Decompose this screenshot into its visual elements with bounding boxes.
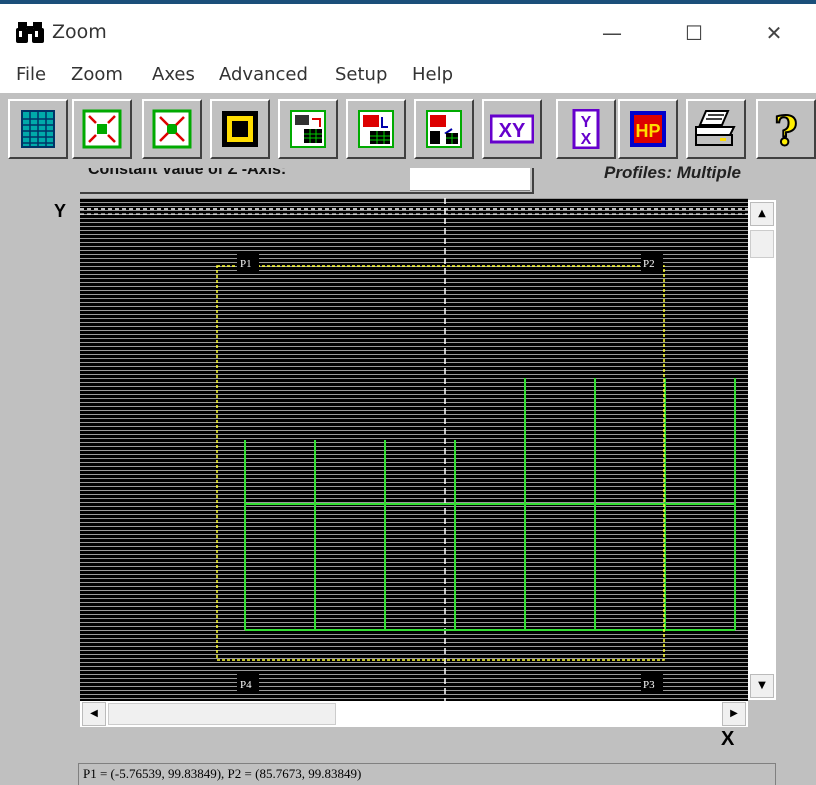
svg-text:P1: P1 [240, 258, 252, 270]
vertical-scrollbar[interactable]: ▲ ▼ [748, 200, 776, 700]
menu-help[interactable]: Help [412, 64, 453, 85]
vertical-scroll-thumb[interactable] [750, 230, 774, 258]
menu-setup[interactable]: Setup [335, 64, 387, 85]
maximize-button[interactable]: ☐ [664, 8, 724, 58]
profiles-label: Profiles: Multiple [604, 163, 741, 182]
menu-zoom[interactable]: Zoom [71, 64, 123, 85]
hp-button[interactable]: HP [618, 99, 678, 159]
y-axis-label: Y [54, 201, 67, 221]
table-import-button[interactable] [346, 99, 406, 159]
hp-text: HP [635, 121, 660, 141]
printer-icon [695, 110, 736, 146]
zoom-out-button[interactable] [142, 99, 202, 159]
help-glyph: ? [774, 109, 797, 149]
point-p4[interactable]: P4 [237, 674, 259, 692]
frame-icon [222, 111, 258, 147]
svg-text:P3: P3 [643, 679, 655, 691]
zoom-in-icon [82, 109, 122, 149]
plot-background [80, 198, 748, 701]
yx-icon: Y X [572, 109, 600, 149]
svg-text:P4: P4 [240, 679, 252, 691]
plot-canvas[interactable]: P1 P2 P3 P4 [80, 198, 748, 701]
hp-icon: HP [630, 111, 666, 147]
yx-button[interactable]: Y X [556, 99, 616, 159]
grid-icon [21, 110, 55, 148]
title-bar[interactable]: Zoom — ☐ ✕ [0, 4, 816, 58]
menu-bar: File Zoom Axes Advanced Setup Help [0, 58, 816, 92]
window-title: Zoom [52, 21, 107, 43]
plot-area: Constant Value of Z -Axis: Profiles: Mul… [0, 163, 816, 785]
point-p3[interactable]: P3 [641, 674, 663, 692]
menu-advanced[interactable]: Advanced [219, 64, 308, 85]
table-import-icon [358, 110, 394, 148]
menu-axes[interactable]: Axes [152, 64, 195, 85]
zoom-out-icon [152, 109, 192, 149]
help-icon: ? [773, 109, 798, 149]
point-p1[interactable]: P1 [237, 253, 259, 271]
status-text: P1 = (-5.76539, 99.83849), P2 = (85.7673… [83, 766, 362, 781]
status-bar: P1 = (-5.76539, 99.83849), P2 = (85.7673… [78, 763, 776, 785]
x-axis-label: X [721, 728, 735, 750]
table-swap-icon [426, 110, 462, 148]
yx-top-text: Y [581, 114, 592, 131]
help-button[interactable]: ? [756, 99, 816, 159]
close-button[interactable]: ✕ [744, 8, 804, 58]
constant-z-box: Constant Value of Z -Axis: [80, 168, 534, 194]
scroll-right-arrow[interactable]: ▶ [722, 702, 746, 726]
menu-file[interactable]: File [16, 64, 46, 85]
point-p2[interactable]: P2 [641, 253, 663, 271]
scroll-down-arrow[interactable]: ▼ [750, 674, 774, 698]
constant-z-input[interactable] [410, 168, 530, 191]
svg-text:P2: P2 [643, 258, 655, 270]
binoculars-icon [16, 22, 44, 43]
xy-button[interactable]: XY [482, 99, 542, 159]
table-export-icon [290, 110, 326, 148]
toolbar: XY Y X HP ? [0, 92, 816, 169]
minimize-button[interactable]: — [582, 8, 642, 58]
print-button[interactable] [686, 99, 746, 159]
scroll-up-arrow[interactable]: ▲ [750, 202, 774, 226]
horizontal-scroll-thumb[interactable] [108, 703, 336, 725]
yx-bottom-text: X [581, 131, 592, 148]
zoom-in-button[interactable] [72, 99, 132, 159]
grid-button[interactable] [8, 99, 68, 159]
scroll-left-arrow[interactable]: ◀ [82, 702, 106, 726]
zoom-window: Zoom — ☐ ✕ File Zoom Axes Advanced Setup… [0, 0, 816, 785]
xy-text: XY [499, 120, 526, 142]
constant-z-label: Constant Value of Z -Axis: [88, 168, 287, 178]
frame-button[interactable] [210, 99, 270, 159]
horizontal-scrollbar[interactable]: ◀ ▶ [80, 701, 748, 727]
table-swap-button[interactable] [414, 99, 474, 159]
table-export-button[interactable] [278, 99, 338, 159]
xy-icon: XY [490, 114, 534, 144]
